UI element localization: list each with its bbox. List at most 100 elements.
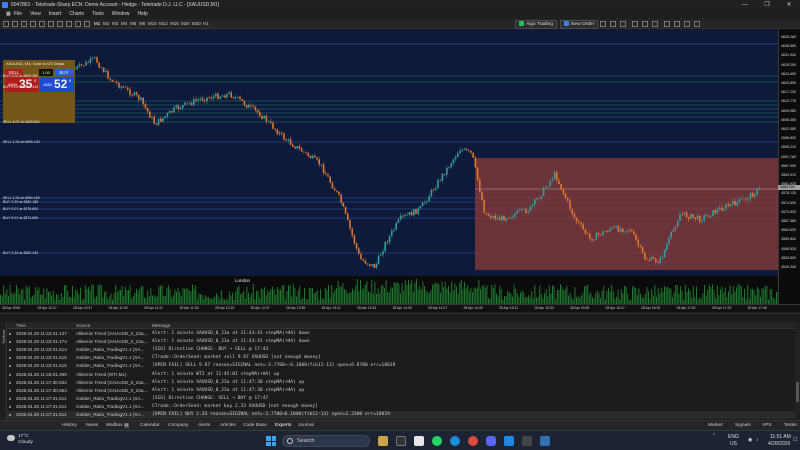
profiles-icon[interactable] [12,21,18,27]
whatsapp-icon[interactable] [432,436,442,446]
buy-button[interactable]: BUY [55,69,73,76]
tiktok-icon[interactable] [396,436,406,446]
app-icon[interactable] [522,436,532,446]
toolbox-side-strip[interactable]: Toolbox [0,322,7,420]
timeframe-m30[interactable]: M30 [192,20,201,28]
teletrade-icon[interactable] [504,436,514,446]
wifi-icon[interactable]: ◉ [748,437,752,443]
fibonacci-icon[interactable] [66,21,72,27]
store-icon[interactable] [414,436,424,446]
timeframe-m5[interactable]: M5 [130,20,136,28]
minimize-button[interactable]: — [734,0,756,10]
order-level-label[interactable]: BUY 2.33 at 4582.180 [3,200,38,204]
order-level-label[interactable]: BUY 9.07 at 4576.600 [3,207,38,211]
log-row[interactable]: 2026.04.28 11:47:31.511 Golden_Ratio_Trad… [0,395,795,403]
time-axis[interactable]: 28 Apr 2026 28 Apr 10:17 28 Apr 10:47 28 Ap… [0,304,800,312]
edge-icon[interactable] [450,436,460,446]
file-explorer-icon[interactable] [378,436,388,446]
zoom-in-icon[interactable] [632,21,638,27]
timeframe-m1[interactable]: M1 [94,20,100,28]
log-row[interactable]: 2026.04.28 11:47:30.964 Alikemix Trend (X… [0,387,795,395]
text-tool-icon[interactable] [75,21,81,27]
order-level-label[interactable]: BUY 0.03 at 4617.440 [3,85,38,89]
column-source[interactable]: Source [76,322,90,329]
close-button[interactable]: ✕ [778,0,800,10]
log-row[interactable]: 2026.04.28 11:43:41.514 Golden_Ratio_Trad… [0,346,795,354]
timeframe-m2[interactable]: M2 [103,20,109,28]
time-tick-label: 28 Apr 12:15 [215,306,235,310]
column-time[interactable]: Time [16,322,26,329]
order-level-label[interactable]: BUY 9.07 at 4573.690 [3,216,38,220]
navigator-icon[interactable] [30,21,36,27]
clock-time[interactable]: 11:51 AM [770,434,791,440]
log-row[interactable]: 2026.04.28 11:43:41.174 Alikemix Trend (X… [0,338,795,346]
timeframe-m10[interactable]: M10 [148,20,157,28]
order-level-label[interactable]: SELL 2.33 at 4599.130 [3,140,40,144]
log-row[interactable]: 2026.04.28 11:43:41.137 Alikemix Trend (X… [0,330,795,338]
menu-insert[interactable]: Insert [45,10,66,19]
volume-bar [508,292,510,304]
volume-icon[interactable]: ♪ [756,437,759,443]
timeframe-m12[interactable]: M12 [159,20,168,28]
timeframe-h1[interactable]: H1 [203,20,209,28]
candle-body [518,210,521,211]
timeframe-m6[interactable]: M6 [139,20,145,28]
order-level-label[interactable]: BUY 2.33 at 4562.440 [3,251,38,255]
menu-window[interactable]: Window [108,10,134,19]
log-row[interactable]: 2026.04.28 11:43:41.515 Golden_Ratio_Trad… [0,362,795,370]
language-label[interactable]: ENG [728,434,739,440]
channel-icon[interactable] [57,21,63,27]
timeframe-m3[interactable]: M3 [112,20,118,28]
menu-view[interactable]: View [26,10,45,19]
indicators-icon[interactable] [664,21,670,27]
menu-file[interactable]: File [10,10,26,19]
line-icon[interactable] [48,21,54,27]
terminal-app-icon[interactable] [540,436,550,446]
maximize-button[interactable]: ❐ [756,0,778,10]
tray-chevron-icon[interactable]: ⌃ [712,433,716,439]
timeframe-m4[interactable]: M4 [121,20,127,28]
order-level-label[interactable]: BUY 9.02 at 4620.380 [3,74,38,78]
period-icon[interactable] [674,21,680,27]
tile-windows-icon[interactable] [652,21,658,27]
chart-menu-icon[interactable]: ▦ [2,10,11,19]
menu-tools[interactable]: Tools [88,10,108,19]
lot-size-input[interactable]: 1.00 [39,69,53,76]
new-chart-icon[interactable] [3,21,9,27]
candlestick-chart[interactable] [0,29,778,276]
shapes-icon[interactable] [84,21,90,27]
chart-bars-icon[interactable] [600,21,606,27]
zoom-out-icon[interactable] [642,21,648,27]
crosshair-icon[interactable] [39,21,45,27]
screenshot-icon[interactable] [694,21,700,27]
log-row[interactable]: 2026.04.28 11:47:31.511 Golden_Ratio_Trad… [0,411,795,419]
order-level-label[interactable]: SELL 9.07 at 4605.600 [3,120,40,124]
discord-icon[interactable] [486,436,496,446]
column-message[interactable]: Message [152,322,170,329]
log-row[interactable]: 2026.04.28 11:45:01.390 Alikemix Trend (W… [0,371,795,379]
timeframe-m15[interactable]: M15 [170,20,179,28]
log-row[interactable]: 2026.04.28 11:43:41.515 Golden_Ratio_Trad… [0,354,795,362]
ask-price[interactable]: 4583 52 8 [40,77,74,92]
log-scrollbar[interactable] [795,322,800,420]
market-watch-icon[interactable] [21,21,27,27]
algo-trading-button[interactable]: Algo Trading [515,20,557,29]
templates-icon[interactable] [684,21,690,27]
timeframe-m20[interactable]: M20 [181,20,190,28]
chart-candles-icon[interactable] [610,21,616,27]
price-chart[interactable]: XAUUSD, M1: Gold vs US Dollar SELL 1.00 … [0,29,778,276]
menu-charts[interactable]: Charts [65,10,88,19]
log-row[interactable]: 2026.04.28 11:47:31.511 Golden_Ratio_Trad… [0,403,795,411]
price-axis[interactable]: 4639.260 4635.660 4631.940 4628.250 4624.650… [778,29,800,304]
taskbar-search[interactable]: Search [282,435,370,447]
notification-icon[interactable]: ☐ [793,437,797,443]
new-order-button[interactable]: New Order [560,20,599,29]
volume-bar [152,295,153,304]
menu-help[interactable]: Help [134,10,152,19]
volume-bar [163,296,165,304]
chart-line-icon[interactable] [620,21,626,27]
chrome-icon[interactable] [468,436,478,446]
log-row[interactable]: 2026.04.28 11:47:30.932 Alikemix Trend (X… [0,379,795,387]
start-button[interactable] [266,436,276,446]
scrollbar-thumb[interactable] [796,382,799,402]
